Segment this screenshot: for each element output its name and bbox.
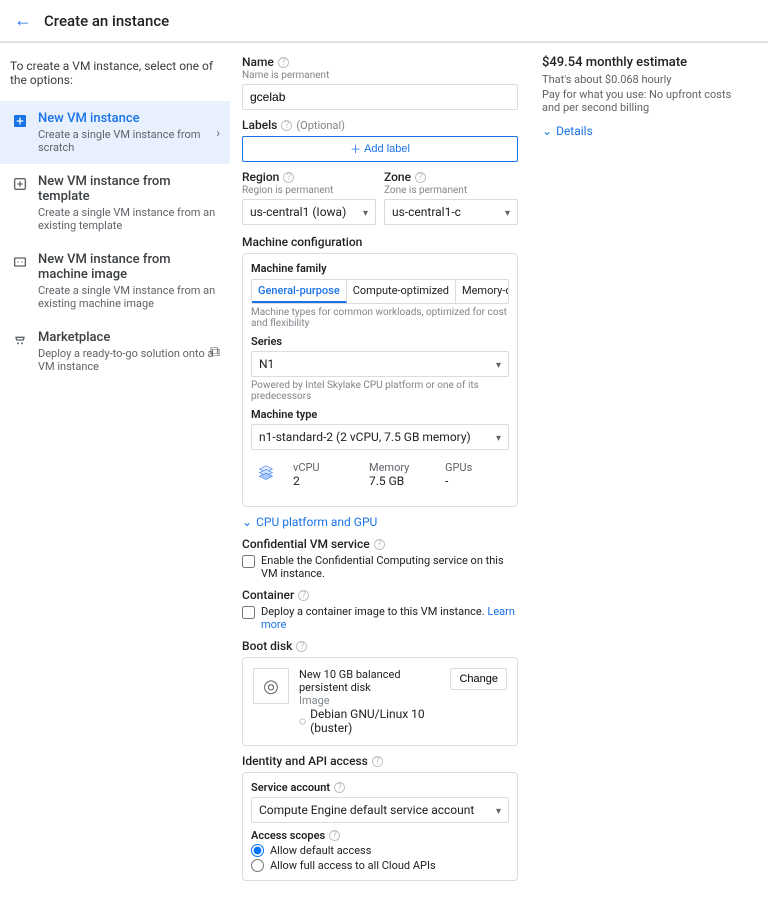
optional-text: (Optional) bbox=[296, 119, 345, 132]
tab-general[interactable]: General-purpose bbox=[252, 280, 347, 303]
chevron-right-icon: › bbox=[216, 126, 220, 140]
allow-default-radio[interactable] bbox=[251, 844, 264, 857]
sidebar-item-marketplace[interactable]: Marketplace Deploy a ready-to-go solutio… bbox=[0, 320, 230, 383]
machine-type-select[interactable]: n1-standard-2 (2 vCPU, 7.5 GB memory) bbox=[251, 424, 509, 450]
sidebar-intro: To create a VM instance, select one of t… bbox=[0, 53, 230, 101]
external-link-icon: ⧉ bbox=[210, 344, 220, 360]
help-icon[interactable]: ? bbox=[334, 782, 345, 793]
help-icon[interactable]: ? bbox=[296, 641, 307, 652]
help-icon[interactable]: ? bbox=[298, 590, 309, 601]
help-icon[interactable]: ? bbox=[278, 57, 289, 68]
help-icon[interactable]: ? bbox=[281, 120, 292, 131]
machine-family-tabs: General-purpose Compute-optimized Memory… bbox=[251, 279, 509, 304]
family-hint: Machine types for common workloads, opti… bbox=[251, 307, 509, 329]
estimate-details-expand[interactable]: ⌄Details bbox=[542, 124, 738, 138]
topbar: ← Create an instance bbox=[0, 0, 768, 42]
page-title: Create an instance bbox=[44, 12, 169, 30]
add-label-button[interactable]: ＋Add label bbox=[242, 136, 518, 162]
machine-summary: vCPU2 Memory7.5 GB GPUs- bbox=[251, 450, 509, 498]
sidebar-item-desc: Create a single VM instance from an exis… bbox=[38, 284, 220, 310]
disk-icon bbox=[253, 668, 289, 704]
access-scopes-label: Access scopes bbox=[251, 829, 325, 842]
plus-box-icon bbox=[10, 111, 30, 131]
labels-label: Labels bbox=[242, 118, 277, 132]
cube-stack-icon bbox=[255, 458, 277, 490]
name-label: Name bbox=[242, 55, 274, 69]
allow-full-radio[interactable] bbox=[251, 859, 264, 872]
template-icon bbox=[10, 174, 30, 194]
service-account-label: Service account bbox=[251, 781, 330, 794]
zone-label: Zone bbox=[384, 170, 411, 184]
help-icon[interactable]: ? bbox=[329, 830, 340, 841]
cpu-platform-expand[interactable]: ⌄CPU platform and GPU bbox=[242, 515, 518, 529]
machine-image-icon bbox=[10, 252, 30, 272]
container-label: Container bbox=[242, 588, 294, 602]
help-icon[interactable]: ? bbox=[372, 756, 383, 767]
sidebar: To create a VM instance, select one of t… bbox=[0, 43, 230, 901]
machine-family-label: Machine family bbox=[251, 262, 327, 275]
name-input[interactable] bbox=[242, 84, 518, 110]
service-account-select[interactable]: Compute Engine default service account bbox=[251, 797, 509, 823]
region-sublabel: Region is permanent bbox=[242, 185, 376, 196]
debian-icon: ◌ bbox=[299, 714, 306, 728]
sidebar-item-title: Marketplace bbox=[38, 330, 220, 345]
bootdisk-panel: New 10 GB balanced persistent disk Image… bbox=[242, 657, 518, 746]
monthly-estimate: $49.54 monthly estimate bbox=[542, 55, 738, 70]
sidebar-item-desc: Create a single VM instance from an exis… bbox=[38, 206, 220, 232]
sidebar-item-desc: Create a single VM instance from scratch bbox=[38, 128, 220, 154]
machine-config-panel: Machine family General-purpose Compute-o… bbox=[242, 253, 518, 507]
hourly-estimate: That's about $0.068 hourly bbox=[542, 73, 738, 86]
sidebar-item-new-vm[interactable]: New VM instance Create a single VM insta… bbox=[0, 101, 230, 164]
bootdisk-label: Boot disk bbox=[242, 639, 292, 653]
zone-select[interactable]: us-central1-c bbox=[384, 199, 518, 225]
identity-label: Identity and API access bbox=[242, 754, 368, 768]
zone-sublabel: Zone is permanent bbox=[384, 185, 518, 196]
bootdisk-desc: New 10 GB balanced persistent disk bbox=[299, 668, 440, 694]
bootdisk-os: ◌Debian GNU/Linux 10 (buster) bbox=[299, 707, 440, 735]
identity-panel: Service account? Compute Engine default … bbox=[242, 772, 518, 881]
bootdisk-image-label: Image bbox=[299, 694, 440, 707]
help-icon[interactable]: ? bbox=[415, 172, 426, 183]
marketplace-icon bbox=[10, 330, 30, 350]
estimate-panel: $49.54 monthly estimate That's about $0.… bbox=[530, 43, 750, 901]
series-select[interactable]: N1 bbox=[251, 351, 509, 377]
main-form: Name ? Name is permanent Labels ? (Optio… bbox=[230, 43, 530, 901]
series-hint: Powered by Intel Skylake CPU platform or… bbox=[251, 380, 509, 402]
series-label: Series bbox=[251, 335, 282, 348]
container-checkbox[interactable] bbox=[242, 606, 255, 619]
help-icon[interactable]: ? bbox=[374, 539, 385, 550]
region-label: Region bbox=[242, 170, 279, 184]
estimate-note: Pay for what you use: No upfront costs a… bbox=[542, 88, 738, 114]
help-icon[interactable]: ? bbox=[283, 172, 294, 183]
tab-memory[interactable]: Memory-optimized bbox=[456, 280, 509, 303]
sidebar-item-machine-image[interactable]: New VM instance from machine image Creat… bbox=[0, 242, 230, 320]
sidebar-item-title: New VM instance from template bbox=[38, 174, 220, 204]
machine-type-label: Machine type bbox=[251, 408, 317, 421]
sidebar-item-title: New VM instance bbox=[38, 111, 220, 126]
machine-config-title: Machine configuration bbox=[242, 235, 518, 249]
confidential-label: Confidential VM service bbox=[242, 537, 370, 551]
back-arrow-icon[interactable]: ← bbox=[14, 10, 32, 31]
sidebar-item-desc: Deploy a ready-to-go solution onto a VM … bbox=[38, 347, 220, 373]
region-select[interactable]: us-central1 (Iowa) bbox=[242, 199, 376, 225]
sidebar-item-template[interactable]: New VM instance from template Create a s… bbox=[0, 164, 230, 242]
change-bootdisk-button[interactable]: Change bbox=[450, 668, 507, 690]
confidential-checkbox[interactable] bbox=[242, 555, 255, 568]
tab-compute[interactable]: Compute-optimized bbox=[347, 280, 456, 303]
sidebar-item-title: New VM instance from machine image bbox=[38, 252, 220, 282]
name-sublabel: Name is permanent bbox=[242, 70, 518, 81]
